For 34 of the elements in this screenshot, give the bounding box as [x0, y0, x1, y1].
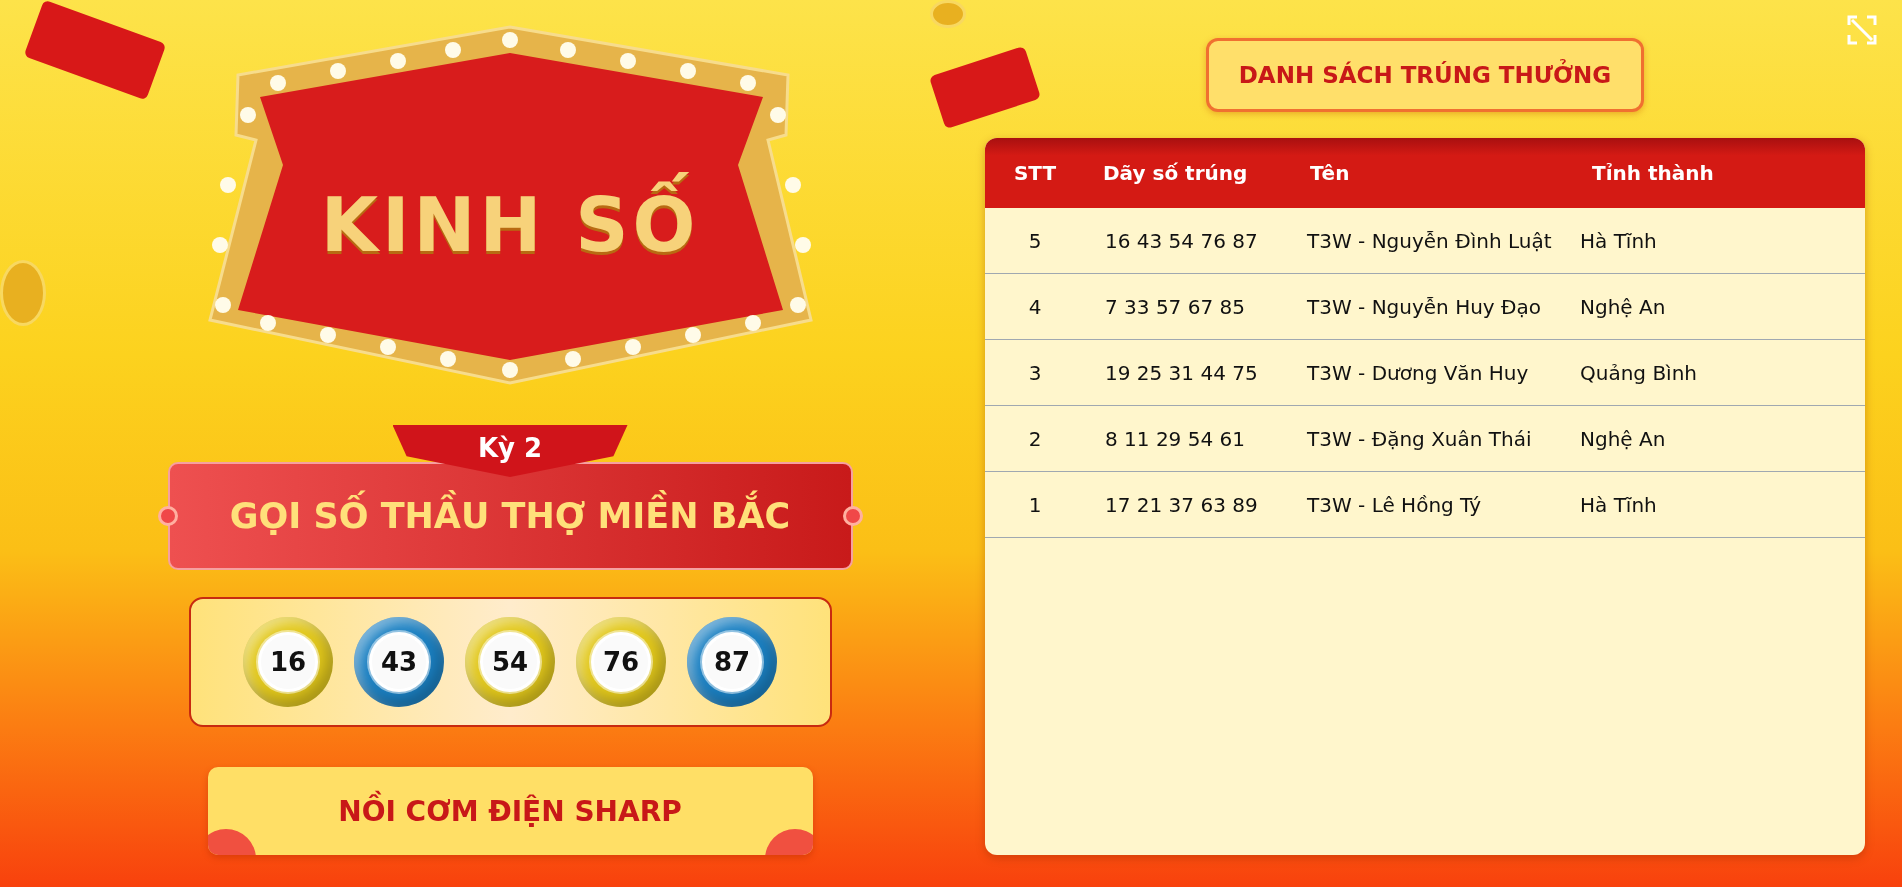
- table-cell-text: 8 11 29 54 61: [1104, 426, 1246, 451]
- table-cell-text: T3W - Dương Văn Huy: [1306, 360, 1530, 385]
- banner-title: GỌI SỐ THẦU THỢ MIỀN BẮC: [229, 486, 791, 546]
- fullscreen-icon[interactable]: [1847, 15, 1877, 45]
- logo-title: KINH SỐ: [302, 165, 718, 285]
- winners-list-button[interactable]: DANH SÁCH TRÚNG THƯỞNG: [1206, 38, 1644, 112]
- lottery-ball: 16: [243, 617, 333, 707]
- table-cell-text: 16 43 54 76 87: [1104, 228, 1259, 253]
- table-cell-text: T3W - Nguyễn Đình Luật: [1306, 228, 1553, 253]
- coin-icon: [930, 0, 966, 28]
- table-cell-text: 17 21 37 63 89: [1104, 492, 1259, 517]
- column-header: Dãy số trúng: [1102, 161, 1249, 185]
- table-cell: 3: [1028, 360, 1042, 385]
- table-cell-text: Hà Tĩnh: [1579, 492, 1658, 517]
- table-cell-text: 7 33 57 67 85: [1104, 294, 1246, 319]
- column-header: STT: [1013, 161, 1057, 185]
- lottery-ball: 76: [576, 617, 666, 707]
- table-cell-text: Nghệ An: [1579, 294, 1667, 319]
- table-cell-text: Nghệ An: [1579, 426, 1667, 451]
- table-cell-text: T3W - Nguyễn Huy Đạo: [1306, 294, 1543, 319]
- lottery-ball: 87: [687, 617, 777, 707]
- column-header: Tên: [1309, 161, 1351, 185]
- table-cell-text: Hà Tĩnh: [1579, 228, 1658, 253]
- lottery-ball: 54: [465, 617, 555, 707]
- table-cell: 5: [1028, 228, 1042, 253]
- table-cell: 2: [1028, 426, 1042, 451]
- table-cell: 4: [1028, 294, 1042, 319]
- table-cell-text: 19 25 31 44 75: [1104, 360, 1259, 385]
- lottery-ball: 43: [354, 617, 444, 707]
- table-cell-text: Quảng Bình: [1579, 360, 1699, 385]
- table-cell-text: T3W - Đặng Xuân Thái: [1306, 426, 1533, 451]
- column-header: Tỉnh thành: [1591, 161, 1715, 185]
- table-cell: 1: [1028, 492, 1042, 517]
- table-cell-text: T3W - Lê Hồng Tý: [1306, 492, 1483, 517]
